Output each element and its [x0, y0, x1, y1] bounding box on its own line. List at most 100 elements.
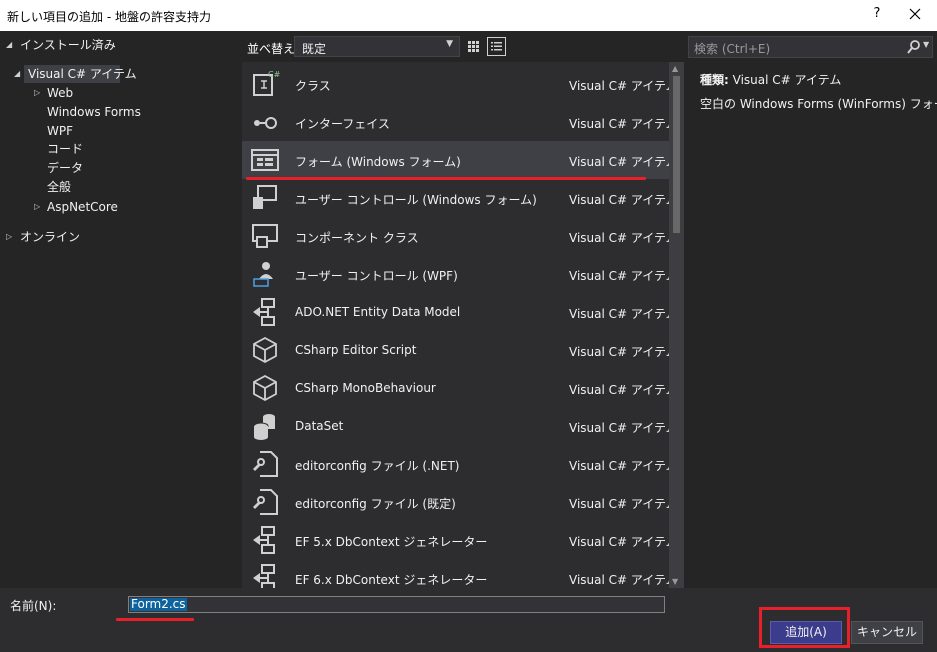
tree-item-visual-csharp[interactable]: Visual C# アイテム — [24, 65, 137, 83]
cancel-button[interactable]: キャンセル — [851, 621, 923, 644]
bottom-bar: 名前(N): Form2.cs 追加(A) キャンセル — [0, 588, 937, 652]
expand-arrow-icon[interactable]: ▷ — [34, 198, 44, 216]
item-type: Visual C# アイテム — [569, 117, 669, 131]
list-item[interactable]: コンポーネント クラス Visual C# アイテム — [242, 217, 669, 255]
generator-icon — [253, 526, 275, 554]
detail-description: 空白の Windows Forms (WinForms) フォーム — [700, 97, 937, 111]
scroll-up-icon[interactable]: ▲ — [672, 64, 678, 73]
item-name: CSharp Editor Script — [295, 343, 417, 357]
list-item[interactable]: ユーザー コントロール (WPF) Visual C# アイテム — [242, 255, 669, 293]
item-name: EF 6.x DbContext ジェネレーター — [295, 573, 488, 587]
tree-item-code[interactable]: コード — [47, 140, 83, 158]
list-item[interactable]: EF 6.x DbContext ジェネレーター Visual C# アイテム — [242, 559, 669, 588]
item-type: Visual C# アイテム — [569, 79, 669, 93]
expand-arrow-icon[interactable]: ▷ — [34, 84, 44, 102]
list-item[interactable]: ADO.NET Entity Data Model Visual C# アイテム — [242, 293, 669, 331]
entity-model-icon — [253, 298, 275, 326]
list-view-icon — [491, 42, 502, 51]
item-type: Visual C# アイテム — [569, 573, 669, 587]
annotation-underline — [246, 177, 646, 180]
item-type: Visual C# アイテム — [569, 535, 669, 549]
details-panel: 検索 (Ctrl+E) ▼ 種類: Visual C# アイテム 空白の Win… — [686, 31, 937, 588]
help-button[interactable]: ? — [870, 6, 884, 21]
component-class-icon — [252, 224, 278, 248]
chevron-down-icon[interactable]: ▼ — [923, 40, 929, 49]
wpf-user-control-icon — [253, 262, 273, 287]
item-type: Visual C# アイテム — [569, 383, 669, 397]
list-item-selected[interactable]: フォーム (Windows フォーム) Visual C# アイテム — [242, 141, 669, 179]
tree-item-wpf[interactable]: WPF — [47, 122, 73, 140]
sort-label: 並べ替え: — [247, 42, 300, 56]
name-field[interactable]: Form2.cs — [128, 596, 665, 613]
search-placeholder: 検索 (Ctrl+E) — [694, 42, 771, 56]
grid-view-icon — [468, 41, 479, 52]
scroll-thumb[interactable] — [673, 76, 680, 233]
close-icon — [909, 8, 921, 20]
sort-dropdown[interactable]: 既定 ▼ — [294, 36, 460, 57]
item-name: editorconfig ファイル (既定) — [295, 497, 456, 511]
list-item[interactable]: DataSet Visual C# アイテム — [242, 407, 669, 445]
title-bar: 新しい項目の追加 - 地盤の許容支持力 ? — [0, 0, 937, 31]
window-title: 新しい項目の追加 - 地盤の許容支持力 — [7, 10, 211, 24]
item-type: Visual C# アイテム — [569, 421, 669, 435]
list-view-button[interactable] — [487, 37, 506, 56]
item-type: Visual C# アイテム — [569, 459, 669, 473]
item-name: editorconfig ファイル (.NET) — [295, 459, 460, 473]
generator-icon — [253, 564, 275, 588]
list-item[interactable]: editorconfig ファイル (.NET) Visual C# アイテム — [242, 445, 669, 483]
annotation-box — [759, 607, 850, 648]
svg-text:C#: C# — [268, 70, 280, 79]
tree-item-data[interactable]: データ — [47, 159, 83, 177]
item-type: Visual C# アイテム — [569, 269, 669, 283]
scroll-down-icon[interactable]: ▼ — [672, 577, 678, 586]
name-value: Form2.cs — [130, 597, 187, 611]
close-button[interactable] — [903, 2, 927, 26]
list-item[interactable]: C# クラス Visual C# アイテム — [242, 65, 669, 103]
list-item[interactable]: CSharp MonoBehaviour Visual C# アイテム — [242, 369, 669, 407]
dataset-icon — [253, 414, 275, 440]
list-item[interactable]: ユーザー コントロール (Windows フォーム) Visual C# アイテ… — [242, 179, 669, 217]
item-name: ADO.NET Entity Data Model — [295, 305, 461, 319]
grid-view-button[interactable] — [464, 37, 483, 56]
tree-item-general[interactable]: 全般 — [47, 178, 71, 196]
list-item[interactable]: editorconfig ファイル (既定) Visual C# アイテム — [242, 483, 669, 521]
item-name: EF 5.x DbContext ジェネレーター — [295, 535, 488, 549]
item-name: ユーザー コントロール (WPF) — [295, 269, 458, 283]
cube-icon — [253, 374, 277, 402]
item-type: Visual C# アイテム — [569, 345, 669, 359]
config-file-icon — [253, 489, 278, 515]
search-box[interactable]: 検索 (Ctrl+E) ▼ — [688, 36, 933, 58]
list-scrollbar[interactable]: ▲ ▼ — [669, 62, 684, 588]
search-icon[interactable] — [907, 39, 921, 55]
detail-type: 種類: Visual C# アイテム — [700, 71, 841, 88]
item-type: Visual C# アイテム — [569, 497, 669, 511]
chevron-down-icon: ▼ — [446, 39, 453, 49]
item-name: フォーム (Windows フォーム) — [295, 155, 461, 169]
tree-item-web[interactable]: Web — [47, 84, 73, 102]
detail-type-value: Visual C# アイテム — [732, 73, 842, 87]
collapse-arrow-icon[interactable]: ◢ — [14, 65, 24, 83]
tree-item-label: Visual C# アイテム — [28, 67, 137, 81]
item-type: Visual C# アイテム — [569, 155, 669, 169]
item-name: CSharp MonoBehaviour — [295, 381, 436, 395]
tree-item-windows-forms[interactable]: Windows Forms — [47, 103, 141, 121]
item-name: DataSet — [295, 419, 344, 433]
list-item[interactable]: CSharp Editor Script Visual C# アイテム — [242, 331, 669, 369]
annotation-underline — [116, 618, 194, 621]
sort-value: 既定 — [302, 42, 327, 56]
template-list: C# クラス Visual C# アイテム インターフェイス Visual C#… — [242, 62, 669, 588]
item-type: Visual C# アイテム — [569, 231, 669, 245]
cube-icon — [253, 336, 277, 364]
list-item[interactable]: インターフェイス Visual C# アイテム — [242, 103, 669, 141]
tree-item-online[interactable]: オンライン — [20, 228, 80, 246]
list-item[interactable]: EF 5.x DbContext ジェネレーター Visual C# アイテム — [242, 521, 669, 559]
template-tree: ◢ インストール済み Visual C# アイテム ◢ ▷ Web Window… — [0, 31, 240, 588]
expand-arrow-icon[interactable]: ▷ — [6, 228, 16, 246]
collapse-arrow-icon[interactable]: ◢ — [6, 36, 16, 54]
interface-icon — [254, 117, 277, 129]
tree-item-aspnetcore[interactable]: AspNetCore — [47, 198, 118, 216]
tree-item-installed[interactable]: インストール済み — [20, 36, 116, 54]
item-name: インターフェイス — [295, 117, 390, 131]
item-type: Visual C# アイテム — [569, 307, 669, 321]
item-type: Visual C# アイテム — [569, 193, 669, 207]
